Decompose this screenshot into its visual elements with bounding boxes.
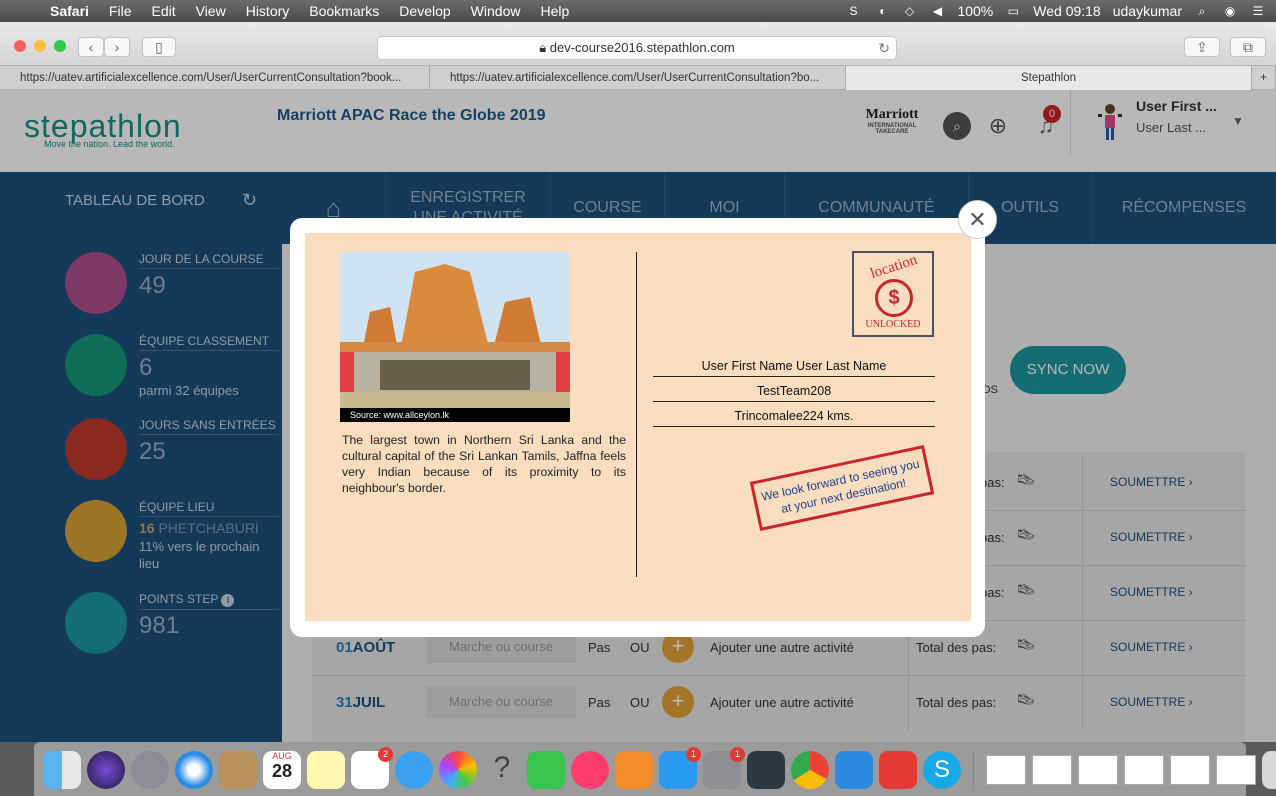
chrome-icon[interactable] <box>791 750 829 789</box>
back-button[interactable]: ‹ <box>78 37 104 57</box>
sidebar-toggle-icon[interactable]: ▯ <box>142 37 176 57</box>
menu-app-name[interactable]: Safari <box>40 3 99 19</box>
menu-file[interactable]: File <box>99 3 142 19</box>
share-icon[interactable]: ⇪ <box>1184 37 1220 57</box>
dock-separator <box>973 749 974 790</box>
stamp-bottom-text: UNLOCKED <box>865 319 921 330</box>
calendar-month: AUG <box>272 750 292 761</box>
photos-icon[interactable] <box>439 750 477 789</box>
minimized-window-thumbnail[interactable] <box>986 754 1026 785</box>
tab-consultation-2[interactable]: https://uatev.artificialexcellence.com/U… <box>430 66 846 90</box>
minimized-window-thumbnail[interactable] <box>1078 754 1118 785</box>
finder-icon[interactable] <box>43 750 81 789</box>
app-store-icon[interactable]: 1 <box>659 746 701 789</box>
notification-center-icon[interactable]: ☰ <box>1250 4 1266 18</box>
messages-icon[interactable] <box>395 750 433 789</box>
zoom-window-icon[interactable] <box>54 40 66 52</box>
menu-edit[interactable]: Edit <box>141 3 185 19</box>
postcard-user-name: User First Name User Last Name <box>653 359 935 377</box>
postcard: Source: www.allceylon.lk The largest tow… <box>305 233 971 621</box>
dock: AUG 28 2 ? 1 1 S <box>34 742 1276 796</box>
postcard-team: TestTeam208 <box>653 384 935 402</box>
dropbox-status-icon[interactable]: ◇ <box>901 4 917 18</box>
skype-status-icon[interactable]: S <box>845 4 861 18</box>
forward-button[interactable]: › <box>104 37 130 57</box>
notes-icon[interactable] <box>307 750 345 789</box>
menu-window[interactable]: Window <box>461 3 531 19</box>
url-text: dev-course2016.stepathlon.com <box>549 40 735 55</box>
battery-percent[interactable]: 100% <box>957 3 993 19</box>
minimized-window-thumbnail[interactable] <box>1170 754 1210 785</box>
appstore-badge: 1 <box>686 746 701 762</box>
close-icon[interactable]: ✕ <box>958 200 997 239</box>
menu-view[interactable]: View <box>186 3 236 19</box>
browser-toolbar: ‹ › ▯ 🔒︎ dev-course2016.stepathlon.com ↻… <box>0 22 1276 66</box>
web-page: stepathlon Move the nation. Lead the wor… <box>0 90 1276 742</box>
tab-stepathlon[interactable]: Stepathlon <box>846 66 1252 90</box>
stepathlon-s-icon: $ <box>875 279 913 317</box>
minimized-window-thumbnail[interactable] <box>1124 754 1164 785</box>
mac-menubar: Safari File Edit View History Bookmarks … <box>0 0 1276 22</box>
temple-image <box>340 252 570 422</box>
shield-status-icon[interactable]: ◖ <box>873 4 889 18</box>
help-icon[interactable]: ? <box>483 751 521 789</box>
system-preferences-icon[interactable]: 1 <box>703 746 745 789</box>
postcard-divider <box>636 252 637 577</box>
location-unlocked-stamp: location $ UNLOCKED <box>852 251 934 337</box>
quicktime-icon[interactable] <box>747 750 785 789</box>
contacts-icon[interactable] <box>219 750 257 789</box>
siri-icon[interactable]: ◉ <box>1222 4 1238 18</box>
trash-icon[interactable] <box>1262 750 1276 789</box>
minimize-window-icon[interactable] <box>34 40 46 52</box>
menu-bookmarks[interactable]: Bookmarks <box>299 3 389 19</box>
lock-icon: 🔒︎ <box>539 40 550 55</box>
menubar-user[interactable]: udaykumar <box>1113 3 1182 19</box>
battery-icon[interactable]: ▭ <box>1005 4 1021 18</box>
safari-icon[interactable] <box>175 750 213 789</box>
postcard-modal: Source: www.allceylon.lk The largest tow… <box>290 218 985 637</box>
menu-history[interactable]: History <box>236 3 300 19</box>
xcode-icon[interactable] <box>835 750 873 789</box>
ibooks-icon[interactable] <box>615 750 653 789</box>
next-destination-stamp: We look forward to seeing you at your ne… <box>749 445 935 531</box>
calendar-day: 28 <box>271 760 293 781</box>
menu-develop[interactable]: Develop <box>389 3 460 19</box>
menu-help[interactable]: Help <box>530 3 579 19</box>
siri-dock-icon[interactable] <box>87 750 125 789</box>
photo-source: Source: www.allceylon.lk <box>340 408 570 422</box>
tab-bar: https://uatev.artificialexcellence.com/U… <box>0 66 1276 90</box>
destination-photo: Source: www.allceylon.lk <box>340 252 570 422</box>
facetime-icon[interactable] <box>527 750 565 789</box>
anydesk-icon[interactable] <box>879 750 917 789</box>
postcard-destination: Trincomalee224 kms. <box>653 409 935 427</box>
calendar-dock-icon[interactable]: AUG 28 <box>263 750 301 789</box>
settings-badge: 1 <box>730 746 745 762</box>
address-bar[interactable]: 🔒︎ dev-course2016.stepathlon.com ↻ <box>377 36 897 60</box>
tab-consultation-1[interactable]: https://uatev.artificialexcellence.com/U… <box>0 66 430 90</box>
destination-description: The largest town in Northern Sri Lanka a… <box>342 433 626 495</box>
new-tab-button[interactable]: + <box>1252 66 1276 90</box>
itunes-icon[interactable] <box>571 750 609 789</box>
tabs-overview-icon[interactable]: ⧉ <box>1230 37 1266 57</box>
dock-area: AUG 28 2 ? 1 1 S <box>0 742 1276 796</box>
reload-icon[interactable]: ↻ <box>878 37 890 59</box>
skype-icon[interactable]: S <box>923 750 961 789</box>
reminders-badge: 2 <box>378 746 393 762</box>
volume-icon[interactable]: ◀ <box>929 4 945 18</box>
minimized-window-thumbnail[interactable] <box>1216 754 1256 785</box>
reminders-icon[interactable]: 2 <box>351 746 393 789</box>
close-window-icon[interactable] <box>14 40 26 52</box>
minimized-window-thumbnail[interactable] <box>1032 754 1072 785</box>
menubar-clock[interactable]: Wed 09:18 <box>1033 3 1100 19</box>
spotlight-search-icon[interactable]: ⌕ <box>1194 4 1210 18</box>
launchpad-icon[interactable] <box>131 750 169 789</box>
